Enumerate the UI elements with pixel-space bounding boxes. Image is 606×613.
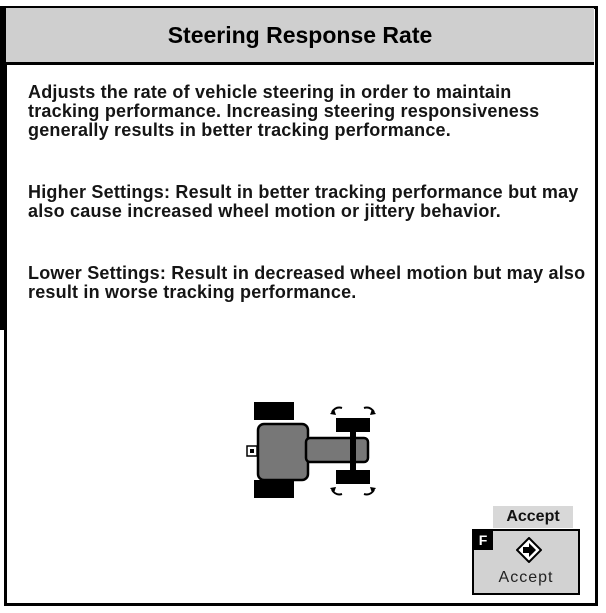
tractor-steering-icon	[246, 402, 376, 498]
lower-settings-paragraph: Lower Settings: Result in decreased whee…	[28, 263, 586, 302]
higher-settings-paragraph: Higher Settings: Result in better tracki…	[28, 182, 579, 221]
description-paragraph: Adjusts the rate of vehicle steering in …	[28, 82, 540, 140]
softkey-f-badge: F	[473, 530, 493, 550]
accept-caption: Accept	[493, 506, 573, 528]
dialog-title: Steering Response Rate	[6, 8, 594, 65]
accept-button-label: Accept	[498, 569, 554, 586]
accept-button[interactable]: F Accept	[472, 529, 580, 595]
diamond-arrow-icon	[516, 537, 542, 563]
